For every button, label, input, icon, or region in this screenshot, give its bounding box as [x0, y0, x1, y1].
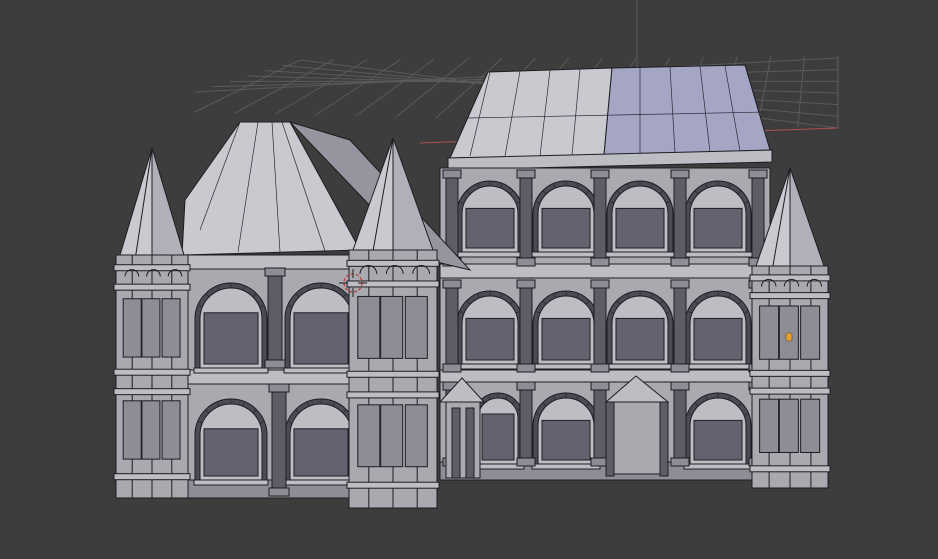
arched-window — [683, 392, 753, 470]
pilaster-column — [590, 169, 610, 267]
pilaster-column — [516, 381, 536, 467]
arched-window — [531, 392, 601, 470]
arched-window — [283, 398, 359, 486]
arched-window — [683, 290, 753, 370]
arched-window — [683, 180, 753, 258]
3d-viewport[interactable] — [0, 0, 938, 559]
pilaster-column — [516, 279, 536, 373]
portico-column-left — [605, 401, 615, 477]
arched-window — [531, 180, 601, 258]
pilaster-column — [442, 279, 462, 373]
arched-window — [283, 282, 359, 374]
pilaster-column — [670, 279, 690, 373]
left-tower[interactable] — [113, 147, 191, 499]
arched-window — [455, 290, 525, 370]
pilaster-column — [264, 267, 286, 369]
selected-vertex[interactable] — [785, 332, 793, 342]
pilaster-column — [670, 381, 690, 467]
grid-line — [395, 58, 469, 118]
arched-window — [605, 180, 675, 258]
arched-window — [193, 282, 269, 374]
arched-window — [605, 290, 675, 370]
grid-line — [355, 58, 435, 117]
pilaster-column — [670, 169, 690, 267]
portico-door — [613, 401, 663, 475]
main-building[interactable] — [438, 64, 773, 481]
arched-window — [193, 398, 269, 486]
portico-column-right — [659, 401, 669, 477]
viewport-scene — [113, 0, 839, 509]
pilaster-column — [516, 169, 536, 267]
pilaster-column — [590, 279, 610, 373]
main-roof-right — [603, 64, 771, 156]
arched-window — [455, 180, 525, 258]
arched-window — [531, 290, 601, 370]
pilaster-column — [268, 383, 290, 497]
pavilion-band-top — [179, 254, 361, 270]
